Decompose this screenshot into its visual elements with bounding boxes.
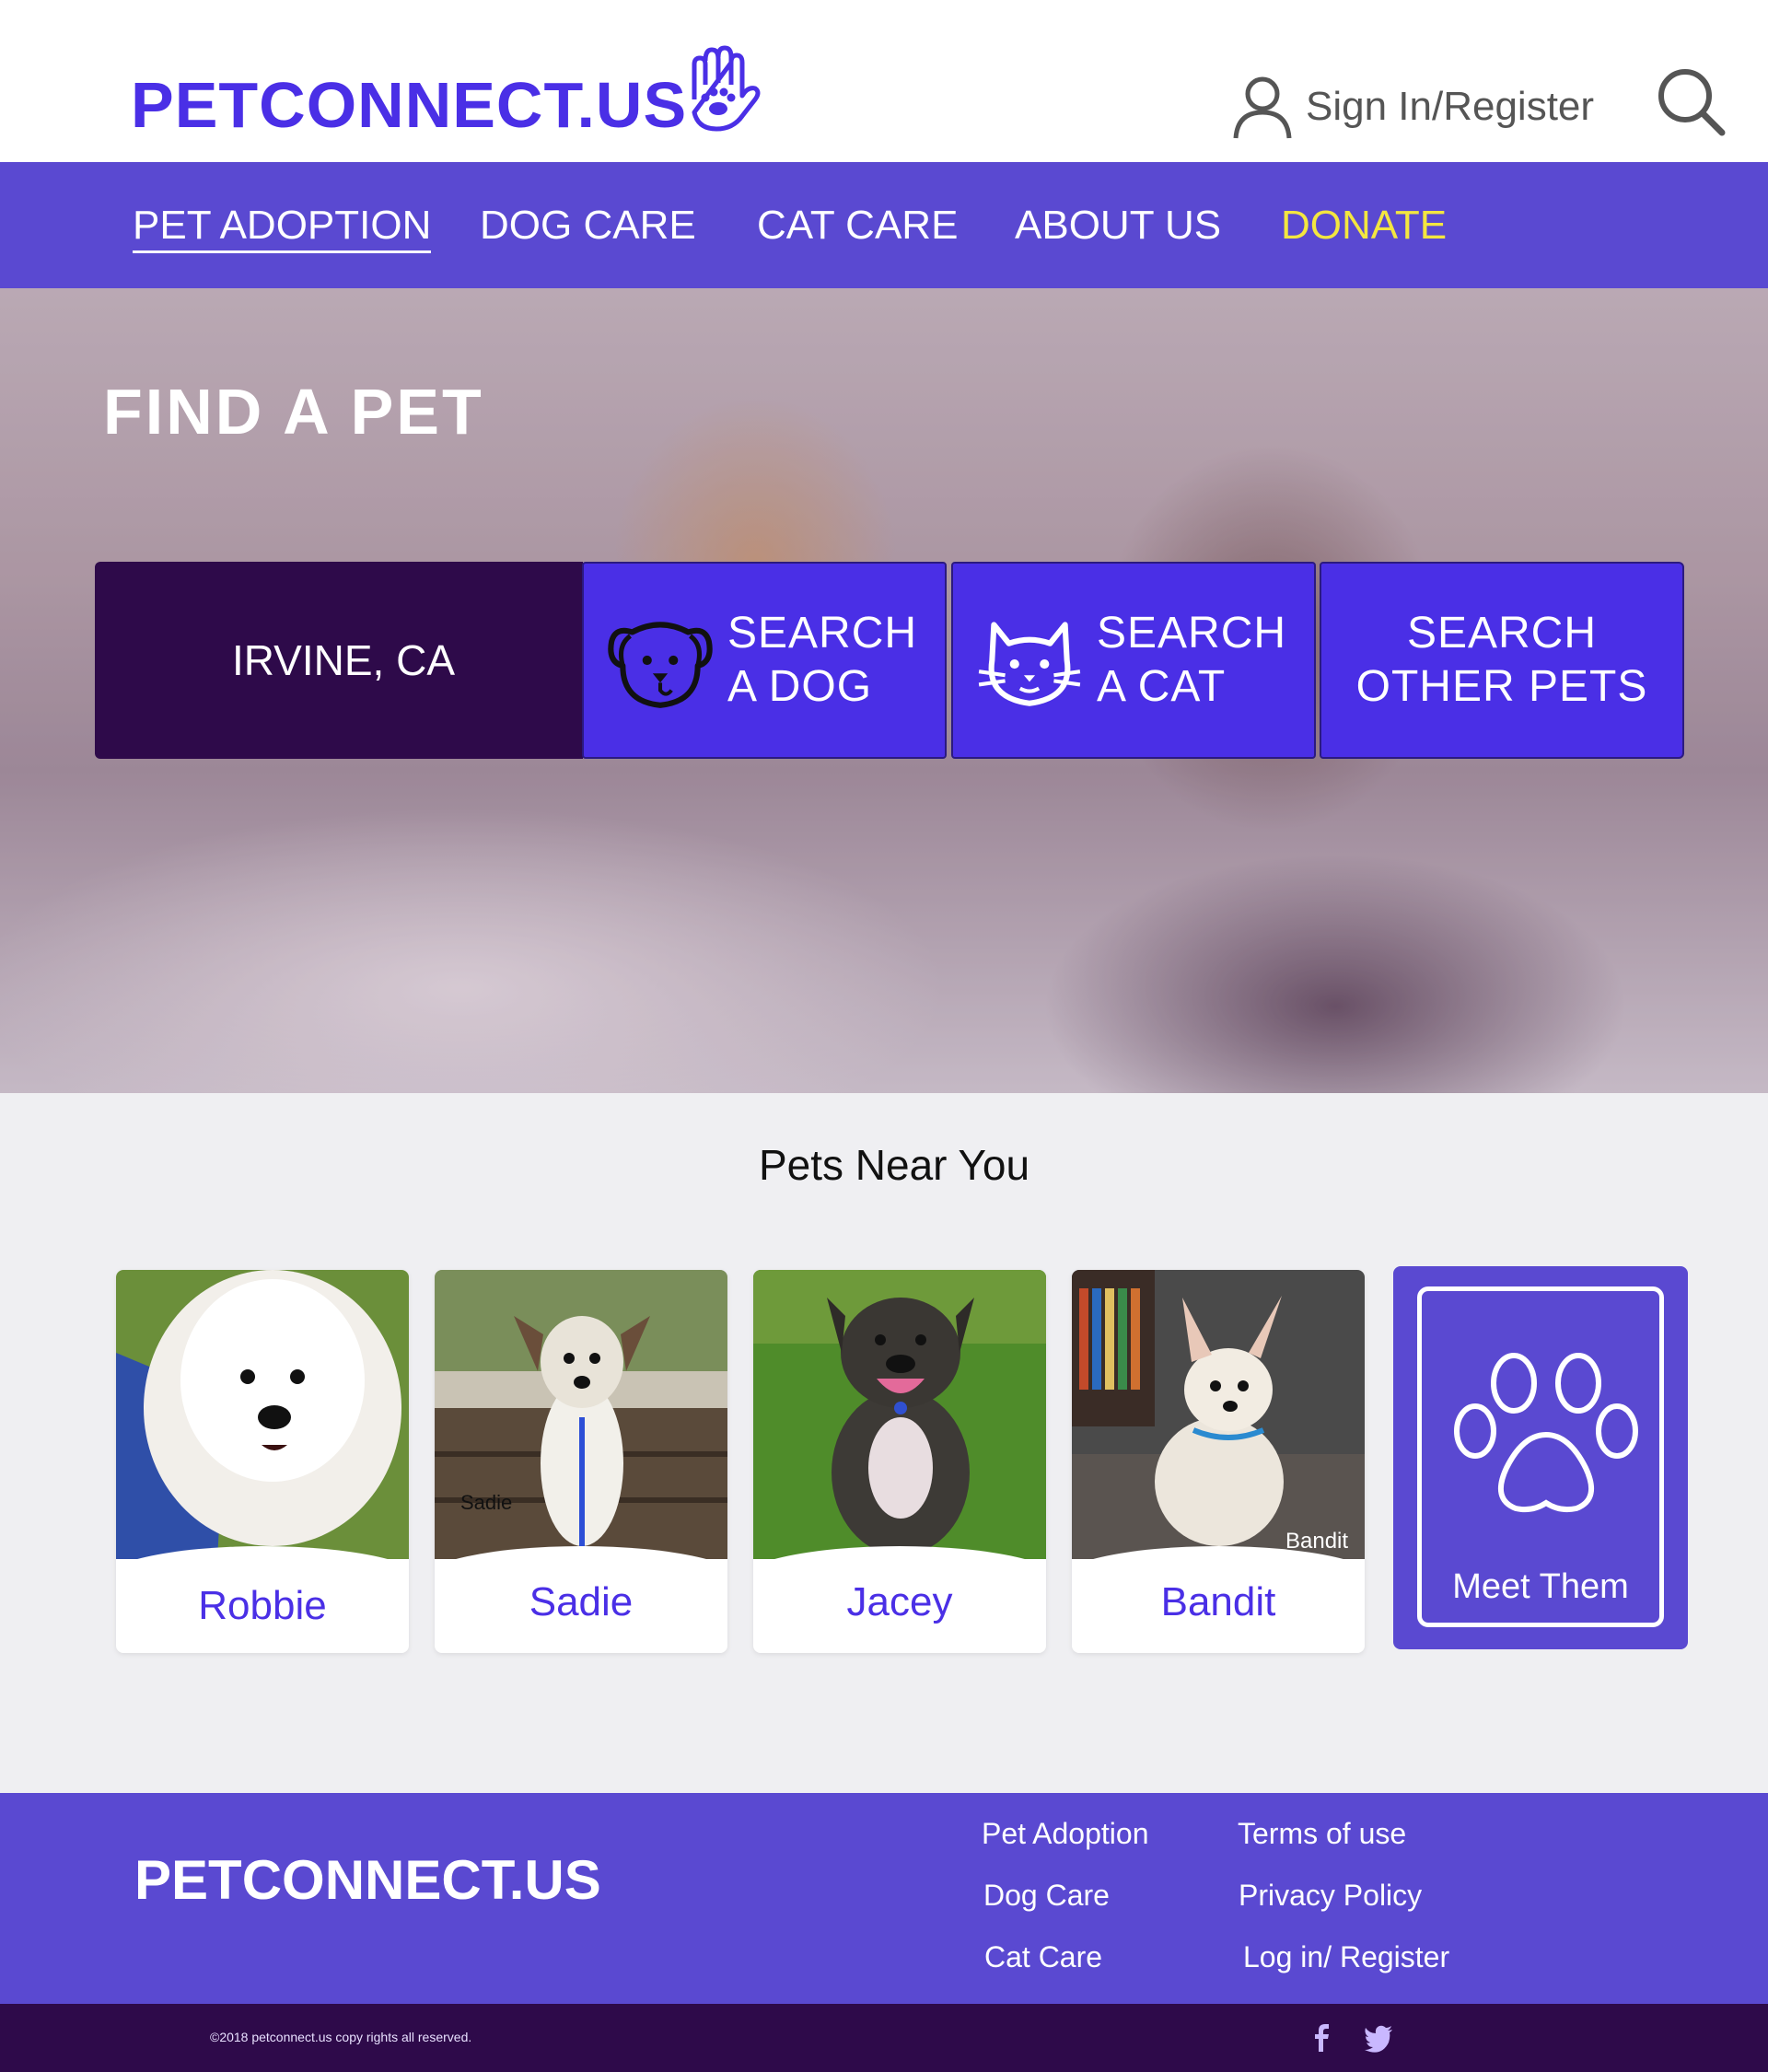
search-other-pets-button[interactable]: SEARCH OTHER PETS: [1320, 562, 1684, 759]
paw-icon: [1454, 1353, 1638, 1513]
bottom-bar: ©2018 petconnect.us copy rights all rese…: [0, 2004, 1768, 2072]
pet-card-sadie[interactable]: Sadie Sadie: [435, 1270, 727, 1653]
main-nav: PET ADOPTION DOG CARE CAT CARE ABOUT US …: [0, 162, 1768, 288]
pet-name-bandit: Bandit: [1160, 1579, 1276, 1624]
hero-title: FIND A PET: [103, 376, 484, 448]
footer-link-pet-adoption[interactable]: Pet Adoption: [982, 1817, 1148, 1851]
location-selector[interactable]: IRVINE, CA: [95, 562, 583, 759]
nav-dog-care[interactable]: DOG CARE: [480, 203, 696, 249]
search-dog-button[interactable]: SEARCH A DOG: [582, 562, 947, 759]
pet-name-sadie: Sadie: [529, 1579, 634, 1624]
nav-about-us[interactable]: ABOUT US: [1015, 203, 1221, 249]
search-icon[interactable]: [1656, 66, 1726, 136]
search-dog-line1: SEARCH: [727, 609, 918, 658]
pet-photo-caption-sadie: Sadie: [460, 1491, 512, 1514]
site-header: PETCONNECT.US Sign In/Register: [0, 0, 1768, 162]
pet-card-bandit[interactable]: Bandit Bandit: [1072, 1270, 1365, 1653]
cat-icon: [978, 622, 1081, 706]
meet-them-frame: Meet Them: [1417, 1286, 1664, 1627]
nav-pet-adoption[interactable]: PET ADOPTION: [133, 203, 432, 253]
footer-link-terms[interactable]: Terms of use: [1238, 1817, 1406, 1851]
search-other-line2: OTHER PETS: [1355, 662, 1648, 711]
sign-in-label: Sign In/Register: [1306, 84, 1595, 129]
footer-link-privacy[interactable]: Privacy Policy: [1239, 1879, 1422, 1913]
hand-paw-icon: [692, 45, 761, 132]
meet-them-label: Meet Them: [1452, 1567, 1629, 1606]
sign-in-register-link[interactable]: Sign In/Register: [1232, 74, 1594, 140]
footer-logo[interactable]: PETCONNECT.US: [134, 1848, 601, 1912]
user-icon: [1233, 76, 1292, 139]
site-footer: PETCONNECT.US Pet Adoption Dog Care Cat …: [0, 1793, 1768, 2004]
footer-link-cat-care[interactable]: Cat Care: [984, 1940, 1102, 1974]
location-label: IRVINE, CA: [232, 636, 455, 684]
twitter-icon[interactable]: [1363, 2022, 1394, 2054]
pets-near-you-title: Pets Near You: [758, 1141, 1030, 1189]
footer-link-dog-care[interactable]: Dog Care: [983, 1879, 1110, 1913]
footer-link-login-register[interactable]: Log in/ Register: [1243, 1940, 1449, 1974]
pet-card-robbie[interactable]: Robbie: [116, 1270, 409, 1653]
search-other-line1: SEARCH: [1406, 609, 1598, 658]
facebook-icon[interactable]: [1306, 2022, 1337, 2054]
pet-name-robbie: Robbie: [198, 1583, 327, 1628]
pet-name-jacey: Jacey: [846, 1579, 953, 1624]
nav-cat-care[interactable]: CAT CARE: [757, 203, 958, 249]
pet-photo-robbie: [116, 1270, 409, 1559]
hero-banner: FIND A PET IRVINE, CA SEARCH A DOG SEARC…: [0, 288, 1768, 1093]
search-cat-line1: SEARCH: [1097, 609, 1287, 658]
dog-icon: [608, 622, 713, 708]
pet-photo-bandit: Bandit: [1072, 1270, 1365, 1559]
search-cat-line2: A CAT: [1097, 662, 1227, 711]
pet-card-jacey[interactable]: Jacey: [753, 1270, 1046, 1653]
pet-photo-sadie: Sadie: [435, 1270, 727, 1559]
copyright-text: ©2018 petconnect.us copy rights all rese…: [210, 2030, 472, 2044]
meet-them-card[interactable]: Meet Them: [1393, 1266, 1688, 1649]
search-dog-line2: A DOG: [727, 662, 873, 711]
site-logo[interactable]: PETCONNECT.US: [131, 68, 687, 142]
nav-donate[interactable]: DONATE: [1281, 203, 1447, 249]
pet-photo-jacey: [753, 1270, 1046, 1559]
search-cat-button[interactable]: SEARCH A CAT: [951, 562, 1316, 759]
